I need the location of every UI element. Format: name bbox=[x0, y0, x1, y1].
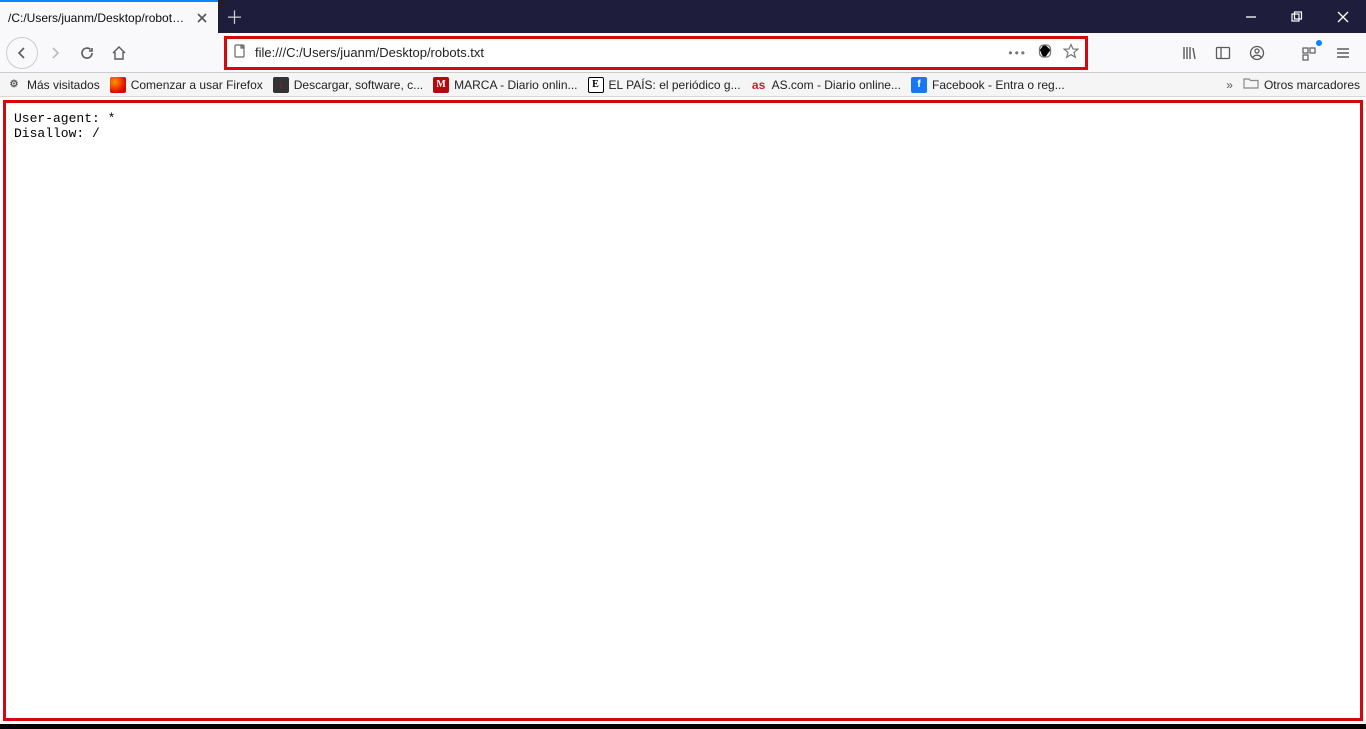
bookmark-label: MARCA - Diario onlin... bbox=[454, 78, 577, 92]
tab-strip: /C:/Users/juanm/Desktop/robots.tx ＋ bbox=[0, 0, 1366, 33]
bookmark-item[interactable]: as AS.com - Diario online... bbox=[751, 77, 901, 93]
other-bookmarks-label: Otros marcadores bbox=[1264, 78, 1360, 92]
bookmark-label: AS.com - Diario online... bbox=[772, 78, 901, 92]
close-window-button[interactable] bbox=[1320, 0, 1366, 33]
bookmark-item[interactable]: f Facebook - Entra o reg... bbox=[911, 77, 1065, 93]
bookmark-label: Facebook - Entra o reg... bbox=[932, 78, 1065, 92]
notification-dot-icon bbox=[1316, 40, 1322, 46]
window-controls bbox=[1228, 0, 1366, 33]
page-identity-icon bbox=[233, 44, 247, 61]
favicon-icon: ↓ bbox=[273, 77, 289, 93]
bookmark-item[interactable]: M MARCA - Diario onlin... bbox=[433, 77, 577, 93]
reload-button[interactable] bbox=[72, 38, 102, 68]
tab-title: /C:/Users/juanm/Desktop/robots.tx bbox=[8, 11, 188, 25]
bookmark-label: Descargar, software, c... bbox=[294, 78, 423, 92]
library-icon[interactable] bbox=[1174, 38, 1204, 68]
page-content: User-agent: * Disallow: / bbox=[3, 100, 1363, 721]
favicon-icon bbox=[110, 77, 126, 93]
tab-active[interactable]: /C:/Users/juanm/Desktop/robots.tx bbox=[0, 0, 218, 33]
forward-button[interactable] bbox=[40, 38, 70, 68]
bookmark-label: Comenzar a usar Firefox bbox=[131, 78, 263, 92]
back-button[interactable] bbox=[6, 37, 38, 69]
bookmark-label: EL PAÍS: el periódico g... bbox=[609, 78, 741, 92]
favicon-icon: f bbox=[911, 77, 927, 93]
toolbar-right bbox=[1174, 38, 1360, 68]
favicon-icon: M bbox=[433, 77, 449, 93]
bookmark-item[interactable]: ↓ Descargar, software, c... bbox=[273, 77, 423, 93]
file-text: User-agent: * Disallow: / bbox=[14, 111, 1352, 141]
bookmark-label: Más visitados bbox=[27, 78, 100, 92]
minimize-button[interactable] bbox=[1228, 0, 1274, 33]
new-tab-button[interactable]: ＋ bbox=[218, 0, 251, 33]
folder-icon bbox=[1243, 76, 1259, 93]
bookmark-item[interactable]: ⚙ Más visitados bbox=[6, 77, 100, 93]
favicon-icon: ⚙ bbox=[6, 77, 22, 93]
bookmarks-overflow-icon[interactable]: » bbox=[1226, 78, 1233, 92]
maximize-restore-button[interactable] bbox=[1274, 0, 1320, 33]
app-menu-icon[interactable] bbox=[1328, 38, 1358, 68]
reader-mode-icon[interactable] bbox=[1037, 43, 1053, 62]
other-bookmarks-folder[interactable]: Otros marcadores bbox=[1243, 76, 1360, 93]
bookmarks-bar: ⚙ Más visitados Comenzar a usar Firefox ↓ De… bbox=[0, 73, 1366, 97]
content-viewport: User-agent: * Disallow: / bbox=[0, 97, 1366, 724]
home-button[interactable] bbox=[104, 38, 134, 68]
favicon-icon: E bbox=[588, 77, 604, 93]
close-tab-icon[interactable] bbox=[194, 10, 210, 26]
bookmark-star-icon[interactable] bbox=[1063, 43, 1079, 62]
address-bar[interactable]: file:///C:/Users/juanm/Desktop/robots.tx… bbox=[226, 38, 1086, 68]
bookmark-item[interactable]: Comenzar a usar Firefox bbox=[110, 77, 263, 93]
nav-controls bbox=[6, 37, 134, 69]
url-text: file:///C:/Users/juanm/Desktop/robots.tx… bbox=[255, 45, 1000, 60]
favicon-icon: as bbox=[751, 77, 767, 93]
nav-toolbar: file:///C:/Users/juanm/Desktop/robots.tx… bbox=[0, 33, 1366, 73]
account-icon[interactable] bbox=[1242, 38, 1272, 68]
page-actions-ellipsis-icon[interactable]: ••• bbox=[1008, 46, 1027, 60]
bookmark-item[interactable]: E EL PAÍS: el periódico g... bbox=[588, 77, 741, 93]
extensions-icon[interactable] bbox=[1294, 38, 1324, 68]
sidebars-icon[interactable] bbox=[1208, 38, 1238, 68]
